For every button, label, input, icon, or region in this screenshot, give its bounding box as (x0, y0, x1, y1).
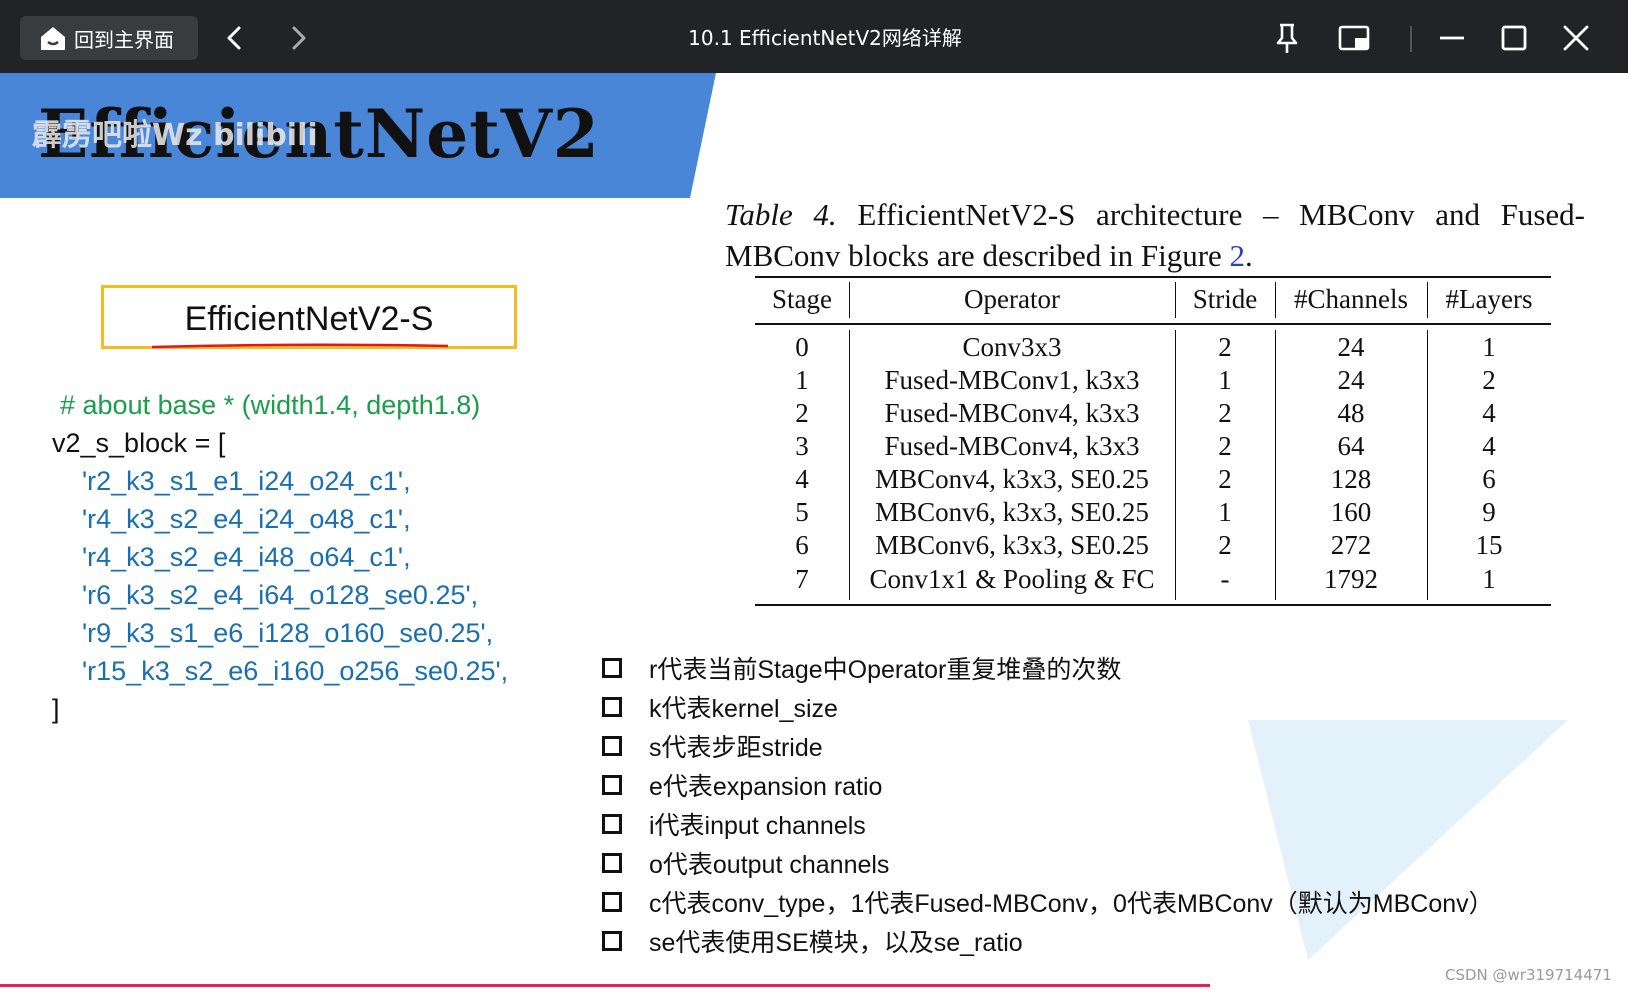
code-line: 'r4_k3_s2_e4_i48_o64_c1', (82, 542, 411, 572)
table-cell: 24 (1337, 332, 1365, 362)
code-line: 'r6_k3_s2_e4_i64_o128_se0.25', (82, 580, 479, 610)
bullet-text: se代表使用SE模块，以及se_ratio (649, 929, 1023, 957)
table-cell: 4 (795, 464, 809, 494)
caption-figure-link[interactable]: 2 (1230, 238, 1246, 273)
table-cell: 48 (1337, 398, 1365, 428)
bullet-text: k代表kernel_size (649, 695, 838, 723)
decorative-triangle (1248, 720, 1568, 960)
table-cell: 1 (1218, 365, 1232, 395)
table-cell: Conv1x1 & Pooling & FC (869, 564, 1155, 594)
table-header: Stride (1192, 284, 1258, 314)
bullet-text: i代表input channels (649, 812, 866, 840)
table-cell: 272 (1330, 530, 1372, 560)
square-bullet-icon (602, 853, 622, 873)
table-cell: 0 (795, 332, 809, 362)
table-cell: 2 (795, 398, 809, 428)
bullet-text: e代表expansion ratio (649, 773, 883, 801)
table-cell: 128 (1330, 464, 1372, 494)
table-cell: 64 (1337, 431, 1365, 461)
square-bullet-icon (602, 697, 622, 717)
maximize-icon[interactable] (1494, 18, 1534, 58)
table-cell: 1 (1482, 564, 1496, 594)
video-progress-bar[interactable] (0, 984, 1210, 987)
code-line: 'r2_k3_s1_e1_i24_o24_c1', (82, 466, 411, 496)
code-line: 'r4_k3_s2_e4_i24_o48_c1', (82, 504, 411, 534)
bullet-text: c代表conv_type，1代表Fused-MBConv，0代表MBConv（默… (649, 890, 1494, 918)
table-cell: - (1220, 564, 1230, 594)
table-cell: 4 (1482, 431, 1496, 461)
code-line: 'r9_k3_s1_e6_i128_o160_se0.25', (82, 618, 494, 648)
square-bullet-icon (602, 658, 622, 678)
square-bullet-icon (602, 892, 622, 912)
code-line: 'r15_k3_s2_e6_i160_o256_se0.25', (82, 656, 509, 686)
table-bottom-rule (755, 604, 1551, 606)
table-cell: 7 (795, 564, 809, 594)
table-header: Operator (964, 284, 1060, 314)
table-cell: 5 (795, 497, 809, 527)
minimize-icon[interactable] (1432, 18, 1472, 58)
bullet-text: s代表步距stride (649, 734, 823, 762)
table-cell: 1 (795, 365, 809, 395)
bullet-text: r代表当前Stage中Operator重复堆叠的次数 (649, 656, 1122, 684)
table-cell: 2 (1218, 464, 1232, 494)
caption-end: . (1245, 238, 1253, 273)
title-bar: 回到主界面 10.1 EfficientNetV2网络详解 (0, 0, 1628, 73)
home-icon (41, 27, 65, 50)
square-bullet-icon (602, 736, 622, 756)
table-cell: 15 (1475, 530, 1503, 560)
table-cell: 1792 (1324, 564, 1378, 594)
table-cell: 6 (795, 530, 809, 560)
square-bullet-icon (602, 775, 622, 795)
table-header: Stage (772, 284, 832, 314)
code-open-line: v2_s_block = [ (52, 428, 226, 458)
home-button[interactable]: 回到主界面 (20, 16, 198, 60)
pin-icon[interactable] (1267, 18, 1307, 58)
red-underline-annotation (151, 343, 449, 349)
square-bullet-icon (602, 814, 622, 834)
table-cell: MBConv6, k3x3, SE0.25 (875, 497, 1149, 527)
table-cell: 2 (1218, 530, 1232, 560)
table-caption: Table 4. EfficientNetV2-S architecture –… (725, 194, 1585, 276)
table-cell: 9 (1482, 497, 1496, 527)
table-top-rule (755, 276, 1551, 278)
table-cell: Conv3x3 (962, 332, 1062, 362)
table-cell: Fused-MBConv1, k3x3 (884, 365, 1140, 395)
code-comment: # about base * (width1.4, depth1.8) (60, 390, 481, 420)
table-header: #Channels (1294, 284, 1408, 314)
caption-main: EfficientNetV2-S architecture – MBConv a… (725, 197, 1585, 273)
model-name: EfficientNetV2-S (184, 300, 434, 338)
table-cell: 1 (1482, 332, 1496, 362)
home-label: 回到主界面 (74, 27, 174, 52)
table-cell: 2 (1482, 365, 1496, 395)
window-title: 10.1 EfficientNetV2网络详解 (688, 26, 962, 50)
code-close-line: ] (52, 694, 60, 724)
bilibili-watermark: 霹雳吧啦Wz bilibili (32, 118, 318, 153)
back-icon[interactable] (215, 18, 255, 58)
titlebar-separator (1410, 26, 1412, 52)
table-cell: 1 (1218, 497, 1232, 527)
caption-prefix: Table 4. (725, 197, 837, 232)
table-cell: Fused-MBConv4, k3x3 (884, 431, 1140, 461)
table-cell: Fused-MBConv4, k3x3 (884, 398, 1140, 428)
csdn-watermark: CSDN @wr319714471 (1445, 966, 1612, 984)
square-bullet-icon (602, 931, 622, 951)
table-header-rule (755, 323, 1551, 325)
table-cell: 2 (1218, 398, 1232, 428)
pip-icon[interactable] (1335, 18, 1375, 58)
model-name-box: EfficientNetV2-S (101, 285, 517, 349)
bullet-text: o代表output channels (649, 851, 890, 879)
table-cell: 6 (1482, 464, 1496, 494)
table-cell: 24 (1337, 365, 1365, 395)
table-cell: 2 (1218, 332, 1232, 362)
table-cell: 4 (1482, 398, 1496, 428)
table-cell: 160 (1330, 497, 1372, 527)
table-cell: MBConv4, k3x3, SE0.25 (875, 464, 1149, 494)
table-cell: 2 (1218, 431, 1232, 461)
table-cell: MBConv6, k3x3, SE0.25 (875, 530, 1149, 560)
forward-icon[interactable] (278, 18, 318, 58)
table-header: #Layers (1445, 284, 1533, 314)
close-icon[interactable] (1556, 18, 1596, 58)
table-cell: 3 (795, 431, 809, 461)
